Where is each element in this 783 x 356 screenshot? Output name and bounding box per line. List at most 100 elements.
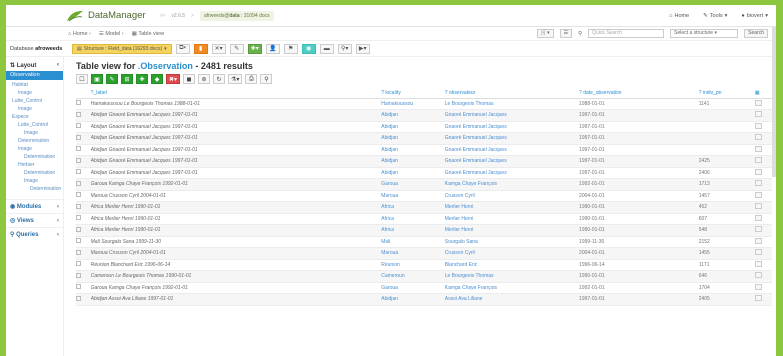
column-header-label[interactable]: ?_label — [90, 88, 382, 99]
cell-observateur[interactable]: Gnaoré Emmanuel Jacques — [444, 132, 580, 145]
cell-observateur[interactable]: Merlier Henri — [444, 224, 580, 237]
sidebar-item-determination[interactable]: Determination — [6, 169, 63, 177]
cell-observateur[interactable]: Crusson Cyril — [444, 190, 580, 202]
row-action-button[interactable] — [754, 122, 762, 129]
row-action-button[interactable] — [754, 180, 762, 187]
row-checkbox[interactable] — [76, 111, 81, 117]
table-row[interactable]: Abidjan Gnaoré Emmanuel Jacques 1997-01-… — [76, 144, 772, 156]
row-checkbox[interactable] — [76, 157, 81, 163]
row-checkbox[interactable] — [76, 192, 81, 198]
new-button[interactable]: ✚ — [136, 74, 148, 84]
filter-button[interactable]: ⚗▾ — [228, 74, 243, 84]
cell-locality[interactable]: Abidjan — [381, 144, 445, 156]
row-action-button[interactable] — [754, 99, 762, 106]
table-row[interactable]: Abidjan Gnaoré Emmanuel Jacques 1997-01-… — [76, 121, 772, 133]
cell-observateur[interactable]: Assoi Ava Liliane — [444, 293, 580, 306]
row-action-button[interactable] — [754, 295, 762, 302]
tools-menu[interactable]: ✎ Tools ▾ — [703, 13, 727, 19]
cut-button[interactable]: ✕▾ — [211, 43, 226, 54]
cell-locality[interactable]: Abidjan — [381, 293, 445, 306]
table-row[interactable]: Abidjan Assoi Ava Liliane 1997-01-01 Abid… — [76, 293, 772, 306]
search-input[interactable]: Quick Search — [588, 29, 665, 38]
cell-locality[interactable]: Abidjan — [381, 109, 445, 122]
row-action-button[interactable] — [754, 237, 762, 244]
nav-model[interactable]: ☰ Model › — [99, 31, 124, 37]
run-button[interactable]: ▶▾ — [355, 43, 370, 54]
nav-home[interactable]: ⌂ Home › — [68, 31, 91, 37]
table-row[interactable]: Africa Merlier Henri 1990-01-01 Africa Mer… — [76, 201, 772, 214]
app-logo[interactable]: DataManager — [66, 10, 146, 22]
record-button[interactable]: ◉ — [301, 43, 316, 54]
cell-observateur[interactable]: Gnaoré Emmanuel Jacques — [444, 167, 580, 179]
cell-locality[interactable]: Abidjan — [381, 155, 445, 168]
row-checkbox[interactable] — [76, 284, 81, 290]
row-checkbox[interactable] — [76, 123, 81, 129]
cell-locality[interactable]: Réunion — [381, 259, 445, 271]
sidebar-item-determination[interactable]: Determination — [6, 185, 63, 193]
table-row[interactable]: Abidjan Gnaoré Emmanuel Jacques 1997-01-… — [76, 109, 772, 122]
search-button[interactable]: Search — [744, 29, 768, 38]
column-header-locality[interactable]: ? locality — [381, 88, 445, 99]
cell-observateur[interactable]: Gnaoré Emmanuel Jacques — [444, 121, 580, 133]
row-checkbox[interactable] — [76, 249, 81, 255]
row-action-button[interactable] — [754, 272, 762, 279]
row-action-button[interactable] — [754, 111, 762, 118]
basket-button[interactable]: 🛒▾ — [536, 29, 554, 38]
sidebar-item-determination[interactable]: Determination — [6, 153, 63, 161]
cell-locality[interactable]: Cameroun — [381, 270, 445, 283]
copy-button[interactable]: ⧉▾ — [175, 43, 190, 54]
sidebar-item-espece[interactable]: Espece — [6, 113, 63, 121]
table-row[interactable]: Abidjan Gnaoré Emmanuel Jacques 1997-01-… — [76, 167, 772, 179]
table-search-button[interactable]: ⚲ — [260, 74, 273, 84]
sidebar-item-herbier[interactable]: Herbier — [6, 161, 63, 169]
edit-row-button[interactable]: ✎ — [106, 74, 118, 84]
row-action-button[interactable] — [754, 157, 762, 164]
row-checkbox[interactable] — [76, 272, 81, 278]
cell-locality[interactable]: Abidjan — [381, 121, 445, 133]
row-action-button[interactable] — [754, 226, 762, 233]
sidebar-item-image[interactable]: Image — [6, 145, 63, 153]
layout-header[interactable]: ⇅ Layout ‹ — [6, 59, 63, 71]
zoom-button[interactable]: ⚲▾ — [337, 43, 352, 54]
row-checkbox[interactable] — [76, 203, 81, 209]
cell-observateur[interactable]: Kamga Chaye François — [444, 282, 580, 294]
cell-locality[interactable]: Hamakoussou — [381, 98, 445, 110]
cell-observateur[interactable]: Le Bourgeois Thomas — [444, 98, 580, 110]
home-link[interactable]: ⌂ Home — [669, 13, 689, 19]
row-action-button[interactable] — [754, 134, 762, 141]
cell-locality[interactable]: Garoua — [381, 282, 445, 294]
scrollbar[interactable] — [772, 27, 776, 177]
row-action-button[interactable] — [754, 168, 762, 175]
nav-table-view[interactable]: ▦ Table view — [132, 31, 164, 37]
table-row[interactable]: Cameroun Le Bourgeois Thomas 1990-01-01 C… — [76, 270, 772, 283]
select-all-button[interactable]: ☐ — [76, 74, 88, 84]
table-row[interactable]: Garoua Kamga Chaye François 1992-01-01 Ga… — [76, 178, 772, 191]
cell-observateur[interactable]: Gnaoré Emmanuel Jacques — [444, 144, 580, 156]
sidebar-item-image[interactable]: Image — [6, 89, 63, 97]
sidebar-item-image[interactable]: Image — [6, 105, 63, 113]
cell-locality[interactable]: Maroua — [381, 190, 445, 202]
row-action-button[interactable] — [754, 214, 762, 221]
cell-locality[interactable]: Mali — [381, 236, 445, 248]
camera-button[interactable]: ◼ — [183, 74, 196, 84]
modules-section[interactable]: ◉ Modules ‹ — [6, 199, 63, 213]
row-checkbox[interactable] — [76, 180, 81, 186]
column-settings-icon[interactable]: ▦ — [754, 88, 772, 99]
table-row[interactable]: Africa Merlier Henri 1990-01-01 Africa Mer… — [76, 224, 772, 237]
row-checkbox[interactable] — [76, 215, 81, 221]
table-row[interactable]: Maroua Crusson Cyril 2004-01-01 Maroua Cru… — [76, 247, 772, 260]
cell-observateur[interactable]: Gnaoré Emmanuel Jacques — [444, 155, 580, 168]
cell-locality[interactable]: Africa — [381, 201, 445, 214]
cell-locality[interactable]: Africa — [381, 224, 445, 237]
table-row[interactable]: Abidjan Gnaoré Emmanuel Jacques 1997-01-… — [76, 132, 772, 145]
cell-observateur[interactable]: Crusson Cyril — [444, 247, 580, 260]
cell-locality[interactable]: Maroua — [381, 247, 445, 260]
table-row[interactable]: Réunion Blanchard Eric 1996-06-14 Réunion… — [76, 259, 772, 271]
cell-observateur[interactable]: Gnaoré Emmanuel Jacques — [444, 109, 580, 122]
row-action-button[interactable] — [754, 249, 762, 256]
cell-locality[interactable]: Africa — [381, 213, 445, 225]
chart-button[interactable]: ▮ — [193, 43, 208, 54]
add-button[interactable]: ✚▾ — [247, 43, 262, 54]
history-button[interactable]: ↻ — [213, 74, 226, 84]
add-row-button[interactable]: ▣ — [91, 74, 103, 84]
